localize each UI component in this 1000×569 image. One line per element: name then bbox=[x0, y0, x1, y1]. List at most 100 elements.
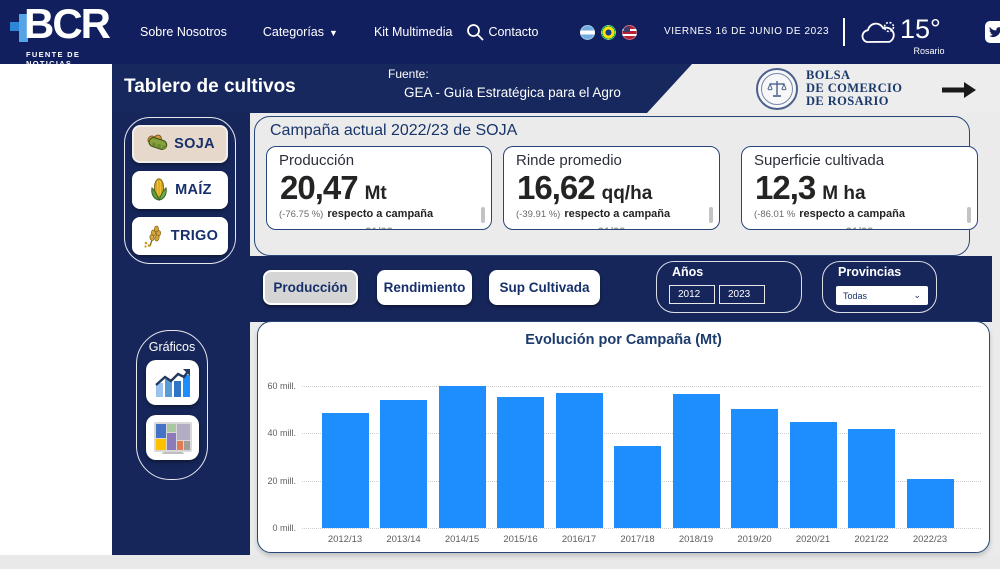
weather-city: Rosario bbox=[903, 46, 955, 56]
provinces-dropdown[interactable]: Todas ⌄ bbox=[836, 286, 928, 305]
campaign-section-title: Campaña actual 2022/23 de SOJA bbox=[270, 122, 517, 140]
bar-2014/15[interactable] bbox=[439, 386, 486, 528]
bolsa-org-name: BOLSA DE COMERCIO DE ROSARIO bbox=[806, 69, 902, 108]
kpi-note: respecto a campaña bbox=[799, 208, 905, 220]
x-axis-label: 2022/23 bbox=[901, 534, 959, 545]
kpi-note: respecto a campaña bbox=[327, 208, 433, 220]
divider bbox=[843, 18, 845, 46]
bar-2018/19[interactable] bbox=[673, 394, 720, 528]
x-axis-label: 2019/20 bbox=[726, 534, 784, 545]
kpi-unit: M ha bbox=[822, 183, 865, 205]
chart-title: Evolución por Campaña (Mt) bbox=[258, 332, 989, 348]
source-label: Fuente: bbox=[388, 67, 429, 81]
nav-link-kit-multimedia[interactable]: Kit Multimedia bbox=[374, 25, 453, 39]
bar-2016/17[interactable] bbox=[556, 393, 603, 528]
x-axis-label: 2013/14 bbox=[375, 534, 433, 545]
kpi-unit: qq/ha bbox=[602, 183, 653, 205]
scrollbar-thumb[interactable] bbox=[709, 207, 713, 223]
dashboard-title: Tablero de cultivos bbox=[124, 76, 296, 98]
argentina-flag-icon[interactable] bbox=[580, 25, 595, 40]
y-axis-tick: 20 mill. bbox=[258, 476, 296, 486]
bcr-logo-text: BCR bbox=[24, 0, 109, 48]
bar-chart-icon bbox=[154, 367, 192, 399]
date-text: VIERNES 16 DE JUNIO DE 2023 bbox=[664, 26, 824, 37]
y-axis-tick: 0 mill. bbox=[258, 523, 296, 533]
background-sliver bbox=[992, 256, 1000, 322]
provinces-dropdown-value: Todas bbox=[843, 291, 867, 301]
temperature-value: 15° bbox=[900, 14, 941, 45]
kpi-value: 16,62 bbox=[517, 169, 595, 207]
crop-button-soja[interactable]: SOJA bbox=[132, 125, 228, 163]
gridline bbox=[302, 528, 981, 529]
x-axis-label: 2012/13 bbox=[316, 534, 374, 545]
usa-flag-icon[interactable] bbox=[622, 25, 637, 40]
kpi-value: 20,47 bbox=[280, 169, 358, 207]
crop-button-trigo[interactable]: TRIGO bbox=[132, 217, 228, 255]
kpi-value: 12,3 bbox=[755, 169, 815, 207]
cloud-weather-icon bbox=[858, 20, 898, 48]
x-axis-label: 2016/17 bbox=[550, 534, 608, 545]
bar-2015/16[interactable] bbox=[497, 397, 544, 528]
year-to-input[interactable]: 2023 bbox=[719, 285, 765, 304]
x-axis-label: 2017/18 bbox=[609, 534, 667, 545]
kpi-delta: (-76.75 %) bbox=[279, 209, 323, 220]
x-axis-label: 2020/21 bbox=[784, 534, 842, 545]
page: BCR FUENTE DE NOTICIAS Sobre Nosotros Ca… bbox=[0, 0, 1000, 569]
scrollbar-thumb[interactable] bbox=[967, 207, 971, 223]
kpi-delta: (-86.01 % bbox=[754, 209, 795, 220]
bar-2021/22[interactable] bbox=[848, 429, 895, 528]
bar-2019/20[interactable] bbox=[731, 409, 778, 528]
kpi-delta: (-39.91 %) bbox=[516, 209, 560, 220]
provinces-filter-label: Provincias bbox=[838, 265, 901, 279]
bar-2020/21[interactable] bbox=[790, 422, 837, 528]
source-value: GEA - Guía Estratégica para el Agro bbox=[404, 85, 621, 100]
language-flags bbox=[580, 25, 637, 40]
kpi-note-clipped: 21/22 bbox=[504, 226, 719, 230]
chevron-down-icon: ▼ bbox=[329, 28, 338, 38]
kpi-note: respecto a campaña bbox=[564, 208, 670, 220]
x-axis-label: 2015/16 bbox=[492, 534, 550, 545]
years-filter-label: Años bbox=[672, 265, 703, 279]
bar-chart-view-button[interactable] bbox=[146, 360, 199, 405]
soybean-icon bbox=[145, 133, 169, 155]
y-axis-tick: 40 mill. bbox=[258, 428, 296, 438]
nav-link-categorias[interactable]: Categorías▼ bbox=[263, 25, 338, 39]
kpi-label: Producción bbox=[279, 152, 354, 169]
bar-2017/18[interactable] bbox=[614, 446, 661, 528]
year-from-input[interactable]: 2012 bbox=[669, 285, 715, 304]
charts-panel-label: Gráficos bbox=[136, 340, 208, 354]
chevron-down-icon: ⌄ bbox=[913, 290, 921, 301]
kpi-card-produccion: Producción 20,47 Mt (-76.75 %) respecto … bbox=[266, 146, 492, 230]
bolsa-seal-icon bbox=[756, 68, 798, 110]
metric-button-sup-cultivada[interactable]: Sup Cultivada bbox=[489, 270, 600, 305]
x-axis-label: 2021/22 bbox=[843, 534, 901, 545]
twitter-icon[interactable] bbox=[985, 21, 1000, 43]
top-navbar: BCR FUENTE DE NOTICIAS Sobre Nosotros Ca… bbox=[0, 0, 1000, 64]
kpi-label: Rinde promedio bbox=[516, 152, 622, 169]
next-arrow-button[interactable] bbox=[942, 82, 976, 96]
search-icon[interactable] bbox=[466, 23, 484, 41]
brazil-flag-icon[interactable] bbox=[601, 25, 616, 40]
treemap-icon bbox=[154, 422, 192, 454]
evolution-chart-card: Evolución por Campaña (Mt) 0 mill. 20 mil… bbox=[257, 321, 990, 553]
kpi-unit: Mt bbox=[365, 183, 387, 205]
scrollbar-thumb[interactable] bbox=[481, 207, 485, 223]
bar-2022/23[interactable] bbox=[907, 479, 954, 528]
metric-button-produccion[interactable]: Producción bbox=[263, 270, 358, 305]
page-margin bbox=[0, 64, 112, 555]
kpi-note-clipped: 21/22 bbox=[742, 226, 977, 230]
bcr-logo[interactable]: BCR FUENTE DE NOTICIAS bbox=[8, 4, 128, 62]
kpi-card-superficie: Superficie cultivada 12,3 M ha (-86.01 %… bbox=[741, 146, 978, 230]
nav-link-sobre-nosotros[interactable]: Sobre Nosotros bbox=[140, 25, 227, 39]
bar-2013/14[interactable] bbox=[380, 400, 427, 528]
metric-button-rendimiento[interactable]: Rendimiento bbox=[377, 270, 472, 305]
treemap-view-button[interactable] bbox=[146, 415, 199, 460]
crop-button-maiz[interactable]: MAÍZ bbox=[132, 171, 228, 209]
nav-link-contacto[interactable]: Contacto bbox=[488, 25, 538, 39]
kpi-note-clipped: 21/22 bbox=[267, 226, 491, 230]
kpi-label: Superficie cultivada bbox=[754, 152, 884, 169]
corn-icon bbox=[148, 178, 170, 202]
bar-2012/13[interactable] bbox=[322, 413, 369, 528]
bottom-strip bbox=[0, 555, 1000, 569]
wheat-icon bbox=[142, 224, 166, 248]
